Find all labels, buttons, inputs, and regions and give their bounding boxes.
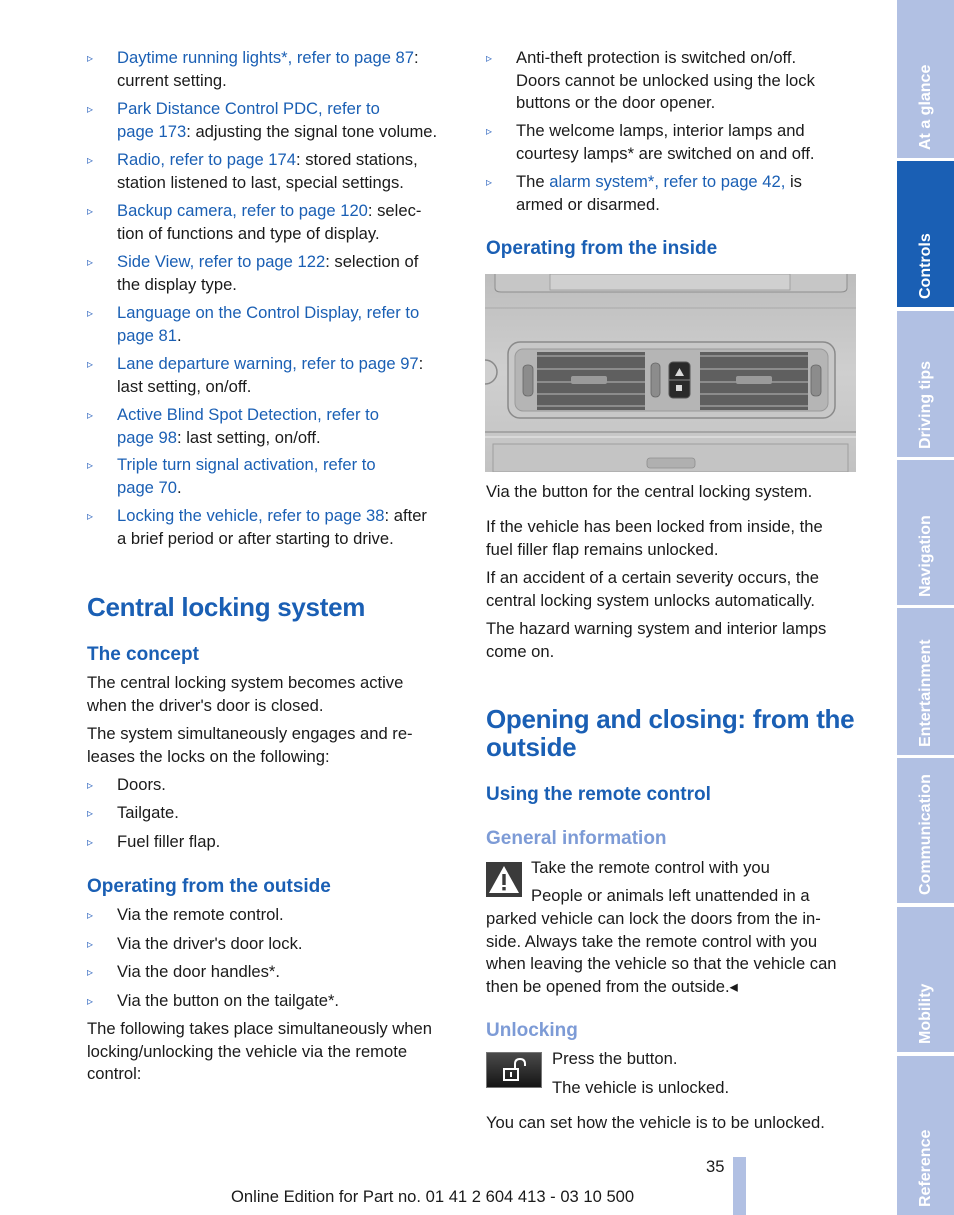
concept-heading: The concept xyxy=(87,644,199,665)
press-button-text: Press the button. xyxy=(552,1049,678,1068)
bullet-icon: ▹ xyxy=(87,51,94,65)
page-link[interactable]: page 81 xyxy=(117,326,177,345)
unlock-button-image xyxy=(486,1052,542,1088)
bullet-icon: ▹ xyxy=(87,458,94,472)
unlock-icon xyxy=(503,1057,526,1081)
bullet-icon: ▹ xyxy=(87,357,94,371)
set-unlock-text: You can set how the vehicle is to be unl… xyxy=(486,1113,825,1132)
inside-paragraph-3: The hazard warning system and interior l… xyxy=(486,619,827,661)
tab-controls[interactable]: Controls xyxy=(897,161,954,307)
central-locking-button-illustration xyxy=(485,274,856,472)
bullet-icon: ▹ xyxy=(87,408,94,422)
page-link[interactable]: page 173 xyxy=(117,122,186,141)
list-item: ▹ Park Distance Control PDC, refer to pa… xyxy=(87,99,438,141)
bullet-icon: ▹ xyxy=(87,153,94,167)
page-link[interactable]: Backup camera, refer to page 120 xyxy=(117,201,368,220)
inside-heading: Operating from the inside xyxy=(486,238,718,259)
list-item: ▹ Radio, refer to page 174: stored stati… xyxy=(87,150,418,192)
list-item: ▹ Via the button on the tailgate*. xyxy=(87,990,339,1013)
bullet-icon: ▹ xyxy=(87,806,94,820)
general-information-heading: General information xyxy=(486,828,667,849)
following-paragraph: The following takes place simultaneously… xyxy=(87,1019,432,1083)
page-link[interactable]: Daytime running lights*, refer to page 8… xyxy=(117,48,414,67)
list-item: ▹ Daytime running lights*, refer to page… xyxy=(87,48,419,90)
tab-mobility[interactable]: Mobility xyxy=(897,907,954,1052)
tab-reference[interactable]: Reference xyxy=(897,1056,954,1215)
concept-paragraph-1: The central locking system becomes activ… xyxy=(87,673,404,715)
unlocking-heading: Unlocking xyxy=(486,1020,578,1041)
bullet-icon: ▹ xyxy=(87,778,94,792)
bullet-icon: ▹ xyxy=(87,908,94,922)
warning-text: parked vehicle can lock the doors from t… xyxy=(486,909,837,996)
bullet-icon: ▹ xyxy=(87,204,94,218)
bullet-icon: ▹ xyxy=(87,965,94,979)
list-item: ▹ Language on the Control Display, refer… xyxy=(87,303,420,345)
page-link[interactable]: page 98 xyxy=(117,428,177,447)
list-item: ▹ Side View, refer to page 122: selectio… xyxy=(87,252,419,294)
list-item: ▹ Triple turn signal activation, refer t… xyxy=(87,455,376,497)
section-title: Central locking system xyxy=(87,592,366,622)
list-item: ▹ Tailgate. xyxy=(87,802,179,825)
edition-footer: Online Edition for Part no. 01 41 2 604 … xyxy=(231,1187,635,1206)
page-link[interactable]: Active Blind Spot Detection, refer to xyxy=(117,405,379,424)
inside-paragraph-1: If the vehicle has been locked from insi… xyxy=(486,517,823,559)
bullet-icon: ▹ xyxy=(87,835,94,849)
bullet-icon: ▹ xyxy=(87,102,94,116)
list-item: ▹ The welcome lamps, interior lamps and … xyxy=(486,121,815,163)
tab-driving-tips[interactable]: Driving tips xyxy=(897,311,954,457)
warning-title: Take the remote control with you xyxy=(531,858,770,877)
bullet-icon: ▹ xyxy=(87,994,94,1008)
remote-control-heading: Using the remote control xyxy=(486,784,711,805)
image-caption: Via the button for the central locking s… xyxy=(486,482,813,501)
list-item: ▹ Via the remote control. xyxy=(87,904,284,927)
page-link[interactable]: Radio, refer to page 174 xyxy=(117,150,296,169)
list-item: ▹ Doors. xyxy=(87,774,166,797)
page-link[interactable]: Side View, refer to page 122 xyxy=(117,252,325,271)
tab-entertainment[interactable]: Entertainment xyxy=(897,608,954,755)
list-item: ▹ Via the door handles*. xyxy=(87,961,280,984)
list-item: ▹ Via the driver's door lock. xyxy=(87,933,302,956)
page-number: 35 xyxy=(706,1157,725,1176)
page-link[interactable]: Lane departure warning, refer to page 97 xyxy=(117,354,419,373)
page-marker-bar xyxy=(733,1157,746,1215)
outside-heading: Operating from the outside xyxy=(87,876,331,897)
list-item: ▹ Anti-theft protection is switched on/o… xyxy=(486,48,815,112)
warning-triangle-icon xyxy=(486,862,522,897)
list-item: ▹ Lane departure warning, refer to page … xyxy=(87,354,424,396)
bullet-icon: ▹ xyxy=(486,175,493,189)
tab-communication[interactable]: Communication xyxy=(897,758,954,903)
list-item: ▹ Backup camera, refer to page 120: sele… xyxy=(87,201,422,243)
page-link[interactable]: Triple turn signal activation, refer to xyxy=(117,455,376,474)
bullet-icon: ▹ xyxy=(486,124,493,138)
page-link[interactable]: alarm system*, refer to page 42, xyxy=(549,172,785,191)
inside-paragraph-2: If an accident of a certain severity occ… xyxy=(486,568,819,610)
bullet-icon: ▹ xyxy=(87,937,94,951)
tab-at-a-glance[interactable]: At a glance xyxy=(897,0,954,158)
page-link[interactable]: Locking the vehicle, refer to page 38 xyxy=(117,506,385,525)
bullet-icon: ▹ xyxy=(486,51,493,65)
bullet-icon: ▹ xyxy=(87,255,94,269)
warning-text-line: People or animals left unattended in a xyxy=(531,886,810,905)
tab-navigation[interactable]: Navigation xyxy=(897,460,954,605)
page-link[interactable]: Language on the Control Display, refer t… xyxy=(117,303,419,322)
page-link[interactable]: page 70 xyxy=(117,478,177,497)
list-item: ▹ The alarm system*, refer to page 42, i… xyxy=(486,172,802,214)
bullet-icon: ▹ xyxy=(87,306,94,320)
list-item: ▹ Locking the vehicle, refer to page 38:… xyxy=(87,506,427,548)
list-item: ▹ Fuel filler flap. xyxy=(87,831,220,854)
opening-closing-title: Opening and closing: from the outside xyxy=(486,704,855,762)
vehicle-unlocked-text: The vehicle is unlocked. xyxy=(552,1078,730,1097)
page-link[interactable]: Park Distance Control PDC, refer to xyxy=(117,99,380,118)
concept-paragraph-2: The system simultaneously engages and re… xyxy=(87,724,413,766)
bullet-icon: ▹ xyxy=(87,509,94,523)
list-item: ▹ Active Blind Spot Detection, refer to … xyxy=(87,405,379,447)
